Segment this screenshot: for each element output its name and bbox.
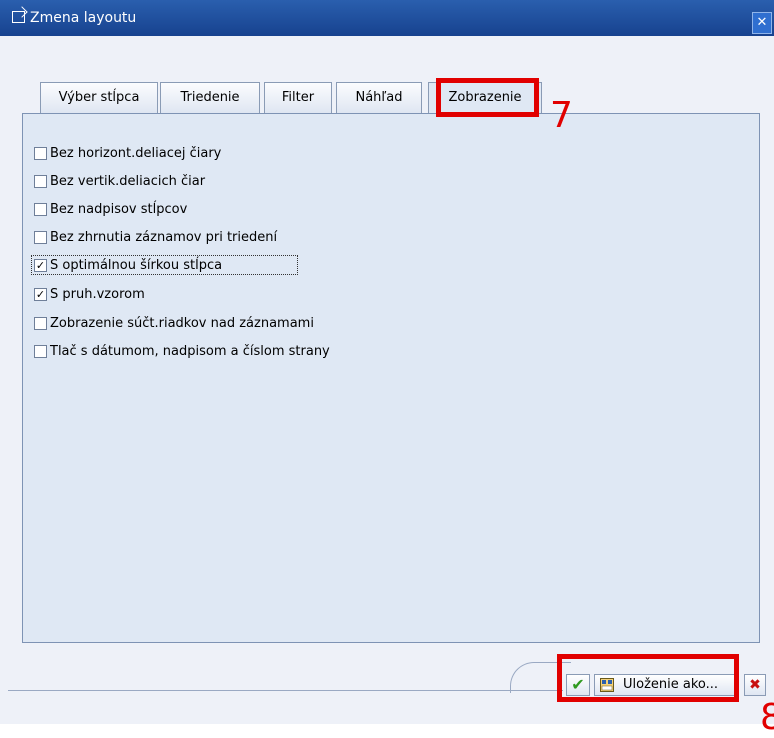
option-label: Zobrazenie súčt.riadkov nad záznamami <box>50 316 314 331</box>
window-title: Zmena layoutu <box>30 10 137 26</box>
annotation-number-8: 8 <box>760 697 774 738</box>
checkbox[interactable] <box>34 147 47 160</box>
tab-label: Filter <box>281 90 315 105</box>
option-label: Bez zhrnutia záznamov pri triedení <box>50 230 278 245</box>
tab-label: Náhľad <box>355 90 403 105</box>
tab-triedenie[interactable]: Triedenie <box>160 82 260 113</box>
tab-label: Triedenie <box>180 90 240 105</box>
close-icon: ✕ <box>756 15 768 30</box>
option-label: S optimálnou šírkou stĺpca <box>50 258 223 273</box>
checkbox[interactable]: ✓ <box>34 259 47 272</box>
title-bar: Zmena layoutu ✕ <box>0 0 774 36</box>
option-label: S pruh.vzorom <box>50 287 145 302</box>
close-button[interactable]: ✕ <box>752 12 772 34</box>
checkbox[interactable] <box>34 203 47 216</box>
window-icon <box>12 11 25 23</box>
annotation-highlight-buttons <box>557 654 739 702</box>
tab-nahlad[interactable]: Náhľad <box>336 82 422 113</box>
option-label: Bez horizont.deliacej čiary <box>50 146 222 161</box>
option-label: Bez vertik.deliacich čiar <box>50 174 206 189</box>
cancel-button[interactable]: ✖ <box>744 674 766 696</box>
checkbox[interactable] <box>34 175 47 188</box>
checkbox[interactable] <box>34 317 47 330</box>
tab-content-panel <box>22 113 760 643</box>
cancel-icon: ✖ <box>749 677 761 693</box>
option-label: Tlač s dátumom, nadpisom a číslom strany <box>50 344 330 359</box>
checkbox[interactable]: ✓ <box>34 288 47 301</box>
dialog-window: Zmena layoutu ✕ Výber stĺpca Triedenie F… <box>0 0 774 736</box>
checkbox[interactable] <box>34 345 47 358</box>
annotation-number-7: 7 <box>550 95 573 136</box>
tab-vyber-stlpca[interactable]: Výber stĺpca <box>40 82 158 113</box>
annotation-highlight-tab <box>436 78 539 117</box>
option-label: Bez nadpisov stĺpcov <box>50 202 188 217</box>
tab-label: Výber stĺpca <box>58 90 140 105</box>
footer-divider <box>8 690 563 691</box>
checkbox[interactable] <box>34 231 47 244</box>
tab-filter[interactable]: Filter <box>264 82 332 113</box>
